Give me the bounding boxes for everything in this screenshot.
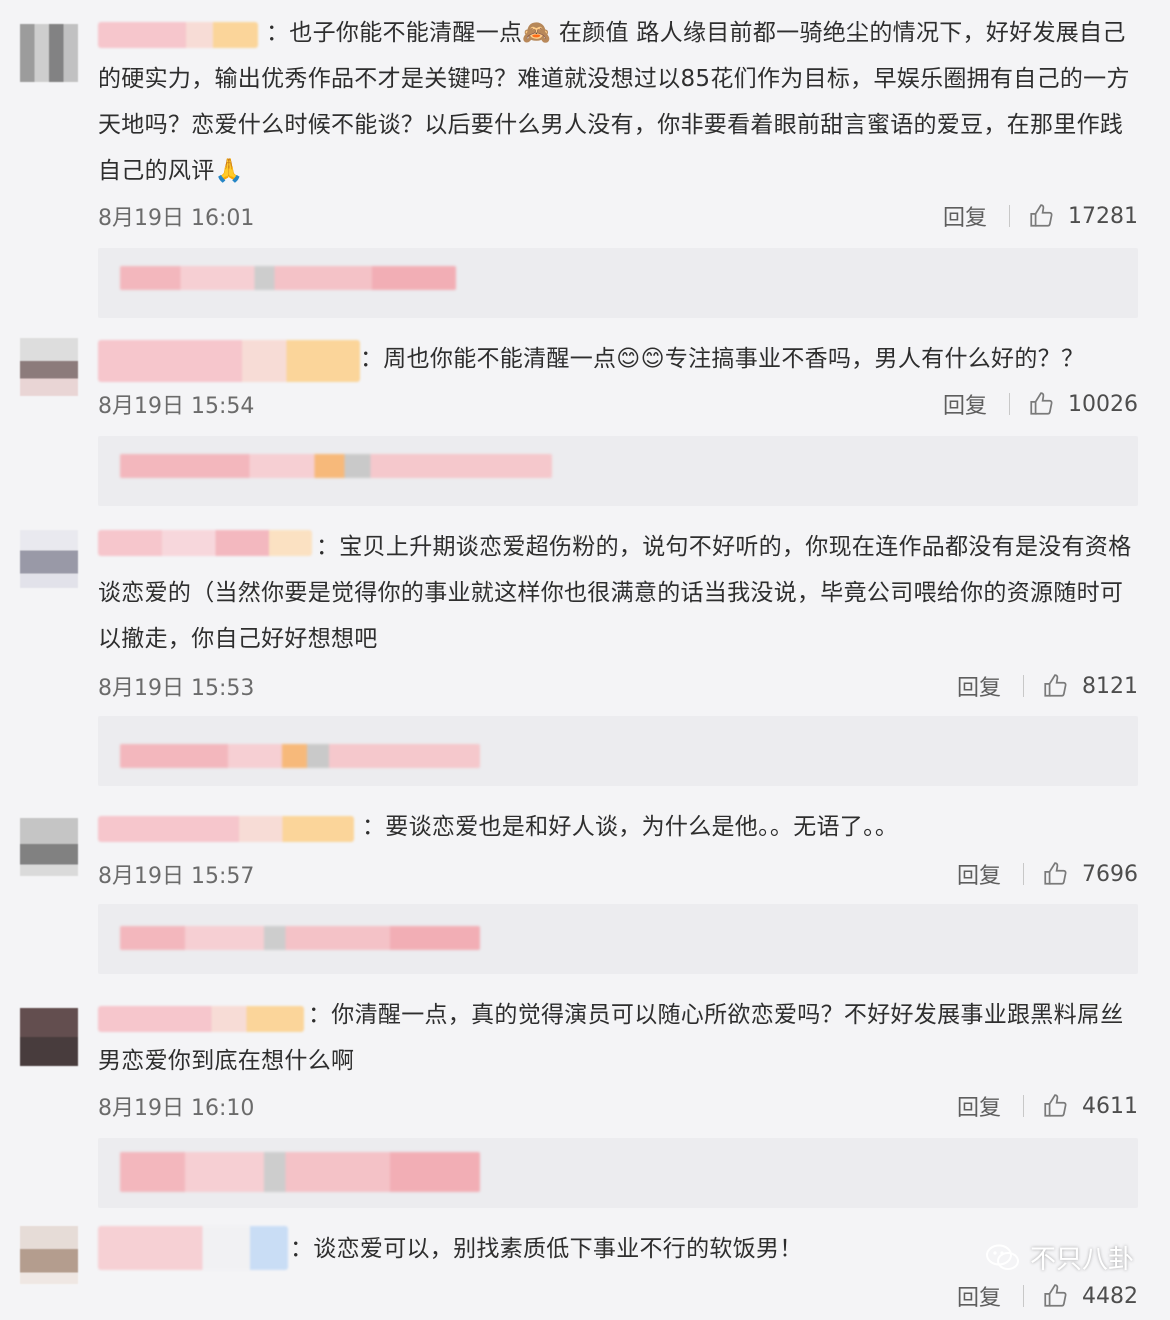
comment-meta: 8月19日 16:01 回复 17281 bbox=[98, 200, 1138, 232]
avatar[interactable] bbox=[20, 530, 78, 588]
comment-text: ：你清醒一点，真的觉得演员可以随心所欲恋爱吗？不好好发展事业跟黑料屌丝男恋爱你到… bbox=[98, 1002, 1124, 1074]
thumbs-up-icon[interactable] bbox=[1042, 1093, 1068, 1119]
wechat-icon bbox=[985, 1244, 1019, 1270]
avatar[interactable] bbox=[20, 1226, 78, 1284]
sub-reply-blurred bbox=[120, 1152, 480, 1192]
comment-time: 8月19日 15:54 bbox=[98, 394, 255, 419]
comment-text: ：要谈恋爱也是和好人谈，为什么是他。。无语了。。 bbox=[362, 814, 899, 840]
sub-reply-blurred bbox=[120, 454, 552, 478]
sub-reply-box[interactable] bbox=[98, 248, 1138, 318]
sub-reply-box[interactable] bbox=[98, 716, 1138, 786]
sub-reply-box[interactable] bbox=[98, 436, 1138, 506]
thumbs-up-icon[interactable] bbox=[1042, 673, 1068, 699]
divider bbox=[1009, 205, 1010, 227]
comment-text: ：周也你能不能清醒一点😊😊专注搞事业不香吗，男人有什么好的？？ bbox=[360, 346, 1085, 372]
divider bbox=[1023, 863, 1024, 885]
like-count: 4482 bbox=[1082, 1283, 1138, 1309]
comment-text: ：谈恋爱可以，别找素质低下事业不行的软饭男！ bbox=[290, 1236, 803, 1262]
avatar[interactable] bbox=[20, 818, 78, 876]
comment-meta: 8月19日 15:53 回复 8121 bbox=[98, 670, 1138, 702]
comment-meta: 8月19日 15:57 回复 7696 bbox=[98, 858, 1138, 890]
divider bbox=[1009, 393, 1010, 415]
divider bbox=[1023, 1285, 1024, 1307]
comment-meta: 8月19日 16:10 回复 4611 bbox=[98, 1090, 1138, 1122]
like-count: 8121 bbox=[1082, 673, 1138, 699]
like-count: 17281 bbox=[1068, 203, 1138, 229]
comment-text: ：宝贝上升期谈恋爱超伤粉的，说句不好听的，你现在连作品都没有是没有资格谈恋爱的（… bbox=[98, 534, 1132, 652]
sub-reply-blurred bbox=[120, 926, 480, 950]
reply-button[interactable]: 回复 bbox=[957, 858, 1001, 890]
comment-time: 8月19日 15:57 bbox=[98, 864, 255, 889]
comment-time: 8月19日 16:01 bbox=[98, 206, 255, 231]
like-count: 10026 bbox=[1068, 391, 1138, 417]
sub-reply-blurred bbox=[120, 266, 456, 290]
divider bbox=[1023, 1095, 1024, 1117]
comment-text: ：也子你能不能清醒一点🙈 在颜值 路人缘目前都一骑绝尘的情况下，好好发展自己的硬… bbox=[98, 20, 1130, 184]
comment-meta: 8月19日 15:54 回复 10026 bbox=[98, 388, 1138, 420]
thumbs-up-icon[interactable] bbox=[1028, 391, 1054, 417]
comment-time: 8月19日 16:10 bbox=[98, 1096, 255, 1121]
sub-reply-box[interactable] bbox=[98, 1138, 1138, 1208]
sub-reply-blurred bbox=[120, 744, 480, 768]
avatar[interactable] bbox=[20, 338, 78, 396]
avatar[interactable] bbox=[20, 24, 78, 82]
comment-time: 8月19日 15:53 bbox=[98, 676, 255, 701]
sub-reply-box[interactable] bbox=[98, 904, 1138, 974]
divider bbox=[1023, 675, 1024, 697]
reply-button[interactable]: 回复 bbox=[943, 200, 987, 232]
reply-button[interactable]: 回复 bbox=[957, 670, 1001, 702]
avatar[interactable] bbox=[20, 1008, 78, 1066]
reply-button[interactable]: 回复 bbox=[957, 1280, 1001, 1312]
watermark-label: 不只八卦 bbox=[1029, 1245, 1134, 1275]
reply-button[interactable]: 回复 bbox=[957, 1090, 1001, 1122]
comment-meta: 回复 4482 bbox=[98, 1280, 1138, 1312]
like-count: 4611 bbox=[1082, 1093, 1138, 1119]
like-count: 7696 bbox=[1082, 861, 1138, 887]
thumbs-up-icon[interactable] bbox=[1042, 861, 1068, 887]
watermark: 不只八卦 bbox=[985, 1239, 1134, 1276]
reply-button[interactable]: 回复 bbox=[943, 388, 987, 420]
thumbs-up-icon[interactable] bbox=[1042, 1283, 1068, 1309]
thumbs-up-icon[interactable] bbox=[1028, 203, 1054, 229]
